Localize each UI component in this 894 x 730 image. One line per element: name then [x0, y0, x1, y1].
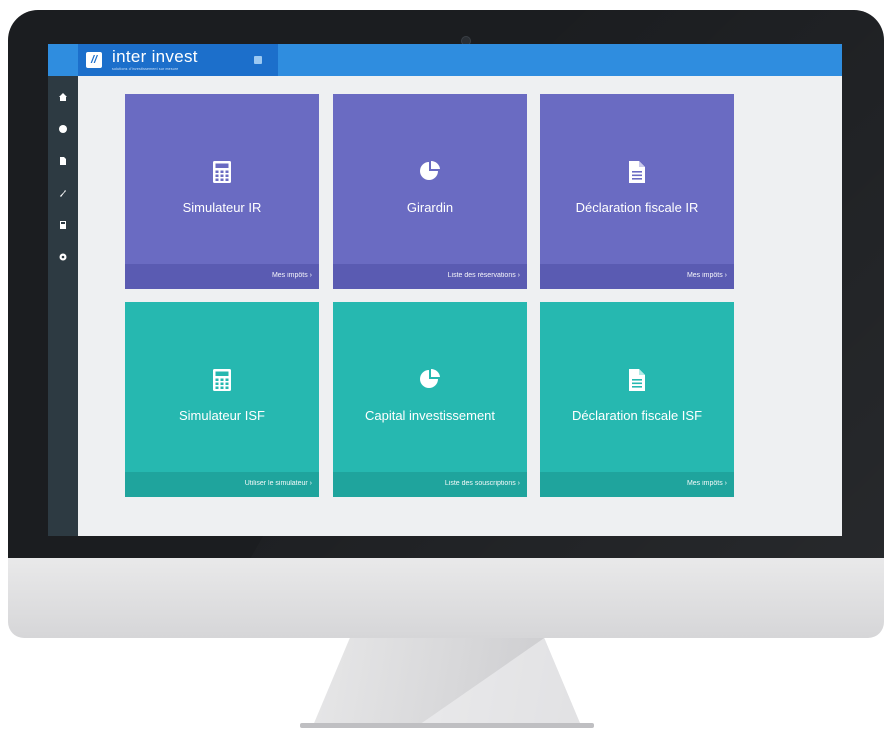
sidebar-item-settings[interactable]: [57, 252, 69, 264]
pie-chart-icon: [420, 368, 440, 388]
sidebar-item-documents[interactable]: [57, 156, 69, 168]
document-icon: [629, 369, 645, 391]
tile-declaration-fiscale-isf[interactable]: Déclaration fiscale ISF Mes impôts ›: [540, 302, 734, 497]
tile-title: Déclaration fiscale IR: [575, 200, 699, 215]
tile-footer: Mes impôts ›: [540, 472, 734, 497]
settings-icon: [59, 253, 67, 261]
sidebar-item-calculator[interactable]: [57, 220, 69, 232]
tools-icon: [60, 190, 66, 197]
tile-declaration-fiscale-ir[interactable]: Déclaration fiscale IR Mes impôts ›: [540, 94, 734, 289]
calculator-icon: [60, 221, 66, 229]
tile-title: Girardin: [406, 200, 454, 215]
monitor-stand-base: [300, 723, 594, 728]
tile-title: Capital investissement: [364, 408, 496, 423]
tile-footer: Liste des réservations ›: [333, 264, 527, 289]
top-bar: // inter invest solutions d'investisseme…: [48, 44, 842, 76]
tile-link-liste-souscriptions[interactable]: Liste des souscriptions ›: [445, 480, 520, 487]
tile-simulateur-isf[interactable]: Simulateur ISF Utiliser le simulateur ›: [125, 302, 319, 497]
menu-toggle-icon[interactable]: [254, 56, 262, 64]
tile-capital-investissement[interactable]: Capital investissement Liste des souscri…: [333, 302, 527, 497]
tile-link-liste-reservations[interactable]: Liste des réservations ›: [448, 272, 520, 279]
tile-link-mes-impots[interactable]: Mes impôts ›: [272, 272, 312, 279]
tile-footer: Utiliser le simulateur ›: [125, 472, 319, 497]
tile-title: Simulateur ISF: [179, 408, 265, 423]
sidebar-item-tools[interactable]: [57, 188, 69, 200]
brand-tagline: solutions d'investissement sur mesure: [112, 67, 179, 71]
tile-title: Déclaration fiscale ISF: [571, 408, 703, 423]
brand-logo[interactable]: // inter invest solutions d'investisseme…: [78, 44, 278, 76]
tile-simulateur-ir[interactable]: Simulateur IR Mes impôts ›: [125, 94, 319, 289]
tile-link-mes-impots[interactable]: Mes impôts ›: [687, 480, 727, 487]
sidebar: [48, 76, 78, 536]
logo-mark: //: [86, 52, 102, 68]
brand-name: inter invest: [112, 47, 198, 66]
dashboard-content: Simulateur IR Mes impôts › Girardin List…: [78, 76, 842, 536]
tile-link-utiliser-simulateur[interactable]: Utiliser le simulateur ›: [245, 480, 312, 487]
tile-girardin[interactable]: Girardin Liste des réservations ›: [333, 94, 527, 289]
app-screen: // inter invest solutions d'investisseme…: [48, 44, 842, 536]
tile-footer: Liste des souscriptions ›: [333, 472, 527, 497]
tile-footer: Mes impôts ›: [125, 264, 319, 289]
pie-chart-icon: [420, 160, 440, 180]
tile-link-mes-impots[interactable]: Mes impôts ›: [687, 272, 727, 279]
tile-title: Simulateur IR: [182, 200, 262, 215]
monitor-chin: [8, 558, 884, 638]
user-icon: [59, 125, 67, 133]
calculator-icon: [213, 369, 231, 391]
calculator-icon: [213, 161, 231, 183]
home-icon: [59, 93, 67, 101]
tile-footer: Mes impôts ›: [540, 264, 734, 289]
document-icon: [629, 161, 645, 183]
sidebar-item-user[interactable]: [57, 124, 69, 136]
sidebar-item-home[interactable]: [57, 92, 69, 104]
document-icon: [60, 157, 66, 165]
